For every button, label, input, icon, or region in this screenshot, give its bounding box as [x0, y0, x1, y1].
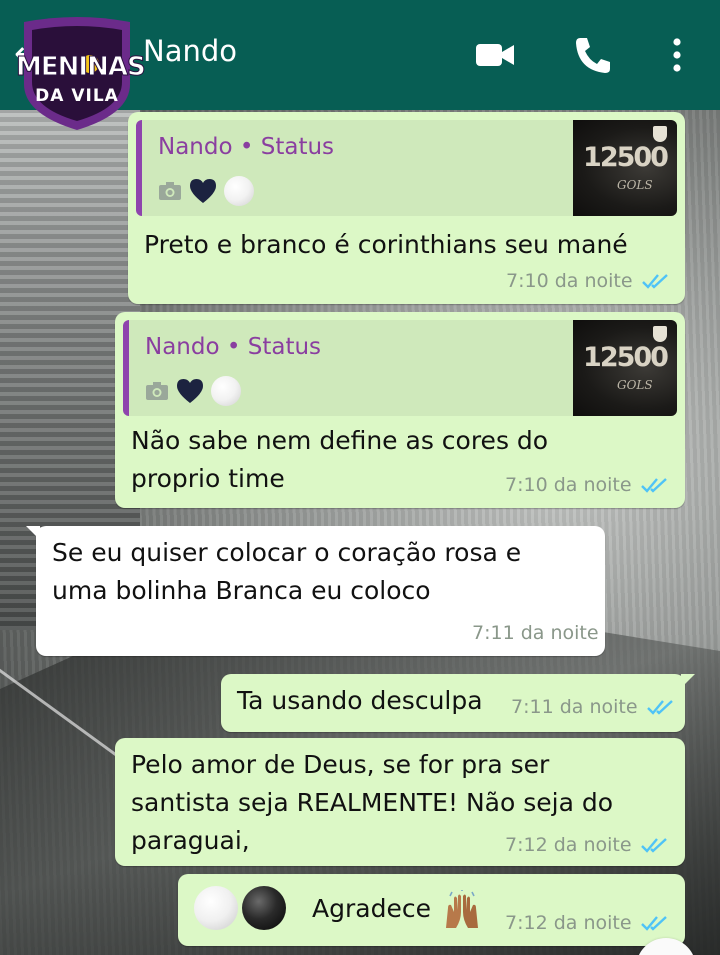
message-text-line: Não sabe nem define as cores do	[131, 426, 549, 455]
message-meta: 7:10 da noite	[505, 474, 670, 496]
message-bubble-outgoing[interactable]: Nando • Status 12500 GOLS Não sabe nem d…	[115, 312, 685, 508]
quote-author: Nando • Status	[145, 334, 322, 360]
quote-accent-bar	[136, 120, 142, 216]
black-heart-icon	[175, 377, 205, 405]
quote-accent-bar	[123, 320, 129, 416]
thumbnail-subtitle: GOLS	[617, 378, 653, 392]
message-text-line: santista seja REALMENTE! Não seja do	[131, 788, 613, 817]
message-text-line: Se eu quiser colocar o coração rosa e	[52, 538, 522, 567]
black-circle-icon	[242, 886, 286, 930]
camera-icon	[158, 181, 182, 201]
group-badge-logo: MENINAS DA VILA	[16, 14, 147, 132]
message-meta: 7:12 da noite	[505, 912, 670, 934]
read-ticks-icon	[640, 914, 670, 932]
message-time: 7:10 da noite	[506, 270, 633, 292]
message-meta: 7:12 da noite	[505, 834, 670, 856]
chat-header: ← MENINAS DA VILA Nando	[0, 0, 720, 130]
read-ticks-icon	[640, 836, 670, 854]
thumbnail-title: 12500	[583, 142, 669, 173]
message-time: 7:10 da noite	[505, 474, 632, 496]
club-crest-icon	[653, 326, 667, 342]
club-crest-icon	[653, 126, 667, 142]
message-meta: 7:11 da noite	[511, 696, 676, 718]
bubble-tail	[681, 674, 695, 688]
message-meta: 7:10 da noite	[506, 270, 671, 292]
white-circle-icon	[194, 886, 238, 930]
thumbnail-subtitle: GOLS	[617, 178, 653, 192]
black-heart-icon	[188, 177, 218, 205]
message-text: Agradece	[312, 894, 431, 923]
phone-icon[interactable]	[570, 32, 616, 78]
message-meta: 7:11 da noite	[472, 622, 599, 644]
quote-content	[158, 176, 254, 206]
white-circle-icon	[211, 376, 241, 406]
status-thumbnail: 12500 GOLS	[573, 320, 677, 416]
camera-icon	[145, 381, 169, 401]
status-thumbnail: 12500 GOLS	[573, 120, 677, 216]
message-text-line: proprio time	[131, 464, 285, 493]
emoji-group	[194, 886, 286, 930]
message-time: 7:11 da noite	[511, 696, 638, 718]
video-call-icon[interactable]	[472, 32, 518, 78]
badge-subtitle: DA VILA	[35, 86, 119, 106]
read-ticks-icon	[641, 272, 671, 290]
contact-name[interactable]: Nando	[143, 34, 237, 68]
quoted-status[interactable]: Nando • Status 12500 GOLS	[136, 120, 677, 216]
white-circle-icon	[224, 176, 254, 206]
message-bubble-outgoing[interactable]: Agradece 7:12 da noite	[178, 874, 685, 946]
message-text: Preto e branco é corinthians seu mané	[144, 230, 628, 259]
raising-hands-icon	[442, 890, 482, 930]
quote-content	[145, 376, 241, 406]
message-text-line: uma bolinha Branca eu coloco	[52, 576, 431, 605]
read-ticks-icon	[646, 698, 676, 716]
message-bubble-outgoing[interactable]: Pelo amor de Deus, se for pra ser santis…	[115, 738, 685, 866]
quoted-status[interactable]: Nando • Status 12500 GOLS	[123, 320, 677, 416]
message-text-line: Pelo amor de Deus, se for pra ser	[131, 750, 550, 779]
quote-author: Nando • Status	[158, 134, 335, 160]
badge-title: MENINAS	[16, 52, 147, 83]
message-text: Ta usando desculpa	[237, 686, 483, 715]
message-bubble-incoming[interactable]: Se eu quiser colocar o coração rosa e um…	[26, 526, 605, 656]
message-bubble-outgoing[interactable]: Ta usando desculpa 7:11 da noite	[221, 674, 695, 732]
read-ticks-icon	[640, 476, 670, 494]
message-time: 7:12 da noite	[505, 834, 632, 856]
bubble-tail	[26, 526, 40, 540]
message-time: 7:12 da noite	[505, 912, 632, 934]
message-time: 7:11 da noite	[472, 622, 599, 644]
message-bubble-outgoing[interactable]: Nando • Status 12500 GOLS Preto e branco…	[128, 112, 685, 304]
thumbnail-title: 12500	[583, 342, 669, 373]
message-text-line: paraguai,	[131, 826, 250, 855]
more-options-icon[interactable]	[654, 32, 700, 78]
